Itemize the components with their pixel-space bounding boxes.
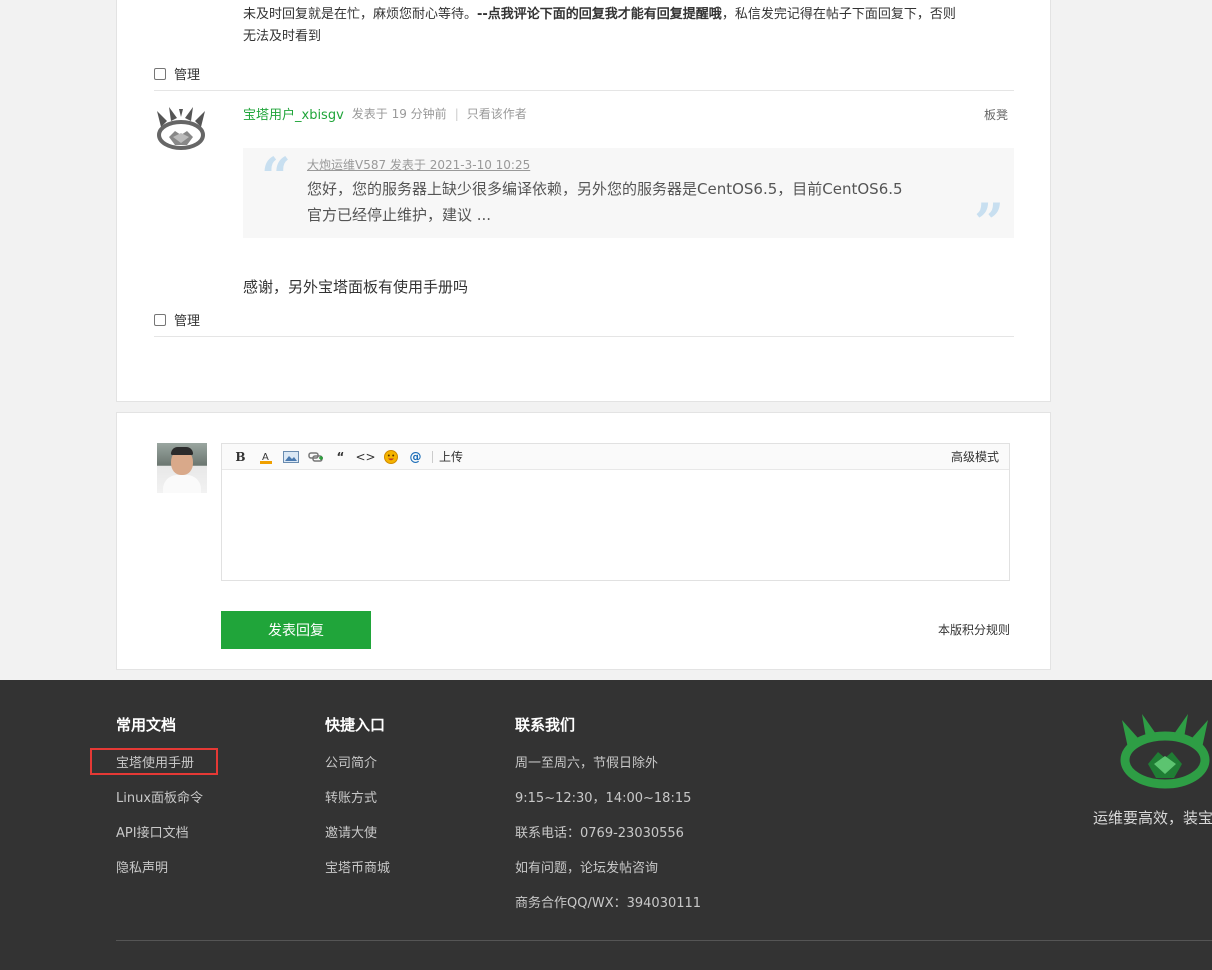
my-avatar <box>157 443 207 493</box>
checkbox[interactable] <box>154 313 166 326</box>
footer-col-title: 常用文档 <box>116 716 177 734</box>
footer-link-store[interactable]: 宝塔币商城 <box>325 859 390 894</box>
footer-col-quick: 快捷入口 公司简介 转账方式 邀请大使 宝塔币商城 <box>325 714 390 894</box>
footer-col-title: 快捷入口 <box>325 716 386 734</box>
font-color-button[interactable]: A <box>253 447 278 467</box>
submit-reply-button[interactable]: 发表回复 <box>221 611 371 649</box>
manage-label: 管理 <box>174 68 201 83</box>
footer-col-contact: 联系我们 周一至周六，节假日除外 9:15~12:30，14:00~18:15 … <box>515 714 701 929</box>
image-button[interactable] <box>278 447 303 467</box>
divider <box>154 336 1014 337</box>
footer-link-ambassador[interactable]: 邀请大使 <box>325 824 390 859</box>
post-content: 感谢，另外宝塔面板有使用手册吗 <box>243 278 469 296</box>
reply-editor: B A “ <> @ 上传 高级模式 <box>221 443 1010 581</box>
prev-text-line2: 无法及时看到 <box>243 29 322 44</box>
separator: | <box>454 106 459 121</box>
footer-contact-phone: 联系电话：0769-23030556 <box>515 826 684 841</box>
toolbar-separator <box>432 450 433 463</box>
quote-line-1: 您好，您的服务器上缺少很多编译依赖，另外您的服务器是CentOS6.5，目前Ce… <box>307 180 903 198</box>
footer-link-company[interactable]: 公司简介 <box>325 754 390 789</box>
quote-button[interactable]: “ <box>328 447 353 467</box>
bt-logo-icon <box>1120 714 1210 789</box>
quote-block: “ ” 大炮运维V587 发表于 2021-3-10 10:25 您好，您的服务… <box>243 147 1014 250</box>
quote-line-2: 官方已经停止维护，建议 ... <box>307 206 492 224</box>
divider <box>154 90 1014 91</box>
emoji-button[interactable] <box>378 447 403 467</box>
prev-text-normal: 未及时回复就是在忙，麻烦您耐心等待。 <box>243 7 478 22</box>
footer-col-title: 联系我们 <box>515 716 576 734</box>
link-icon <box>307 451 323 462</box>
code-button[interactable]: <> <box>353 447 378 467</box>
footer-link-privacy[interactable]: 隐私声明 <box>116 859 203 894</box>
quote-text: 您好，您的服务器上缺少很多编译依赖，另外您的服务器是CentOS6.5，目前Ce… <box>307 176 947 228</box>
font-color-icon: A <box>259 452 272 464</box>
footer-link-transfer[interactable]: 转账方式 <box>325 789 390 824</box>
post-panel: 未及时回复就是在忙，麻烦您耐心等待。--点我评论下面的回复我才能有回复提醒哦，私… <box>116 0 1051 402</box>
site-footer: 常用文档 宝塔使用手册 Linux面板命令 API接口文档 隐私声明 快捷入口 … <box>0 680 1212 970</box>
footer-divider <box>116 940 1212 941</box>
upload-button[interactable]: 上传 <box>439 448 463 465</box>
footer-slogan: 运维要高效，装宝 <box>1093 809 1212 827</box>
footer-col-docs: 常用文档 宝塔使用手册 Linux面板命令 API接口文档 隐私声明 <box>116 714 203 894</box>
emoji-icon <box>383 449 398 464</box>
open-quote-icon: “ <box>261 147 291 208</box>
manage-label: 管理 <box>174 314 201 329</box>
footer-link-linux-commands[interactable]: Linux面板命令 <box>116 789 203 824</box>
footer-contact-time: 9:15~12:30，14:00~18:15 <box>515 791 692 806</box>
prev-text-tail: ，私信发完记得在帖子下面回复下，否则 <box>721 7 956 22</box>
floor-number: 板凳 <box>983 108 1008 122</box>
footer-contact-hours: 周一至周六，节假日除外 <box>515 756 659 771</box>
reply-panel: B A “ <> @ 上传 高级模式 发表回复 本版积分规则 <box>116 412 1051 670</box>
post-meta: 宝塔用户_xbisgv 发表于 19 分钟前 | 只看该作者 <box>243 104 527 124</box>
advanced-mode-link[interactable]: 高级模式 <box>951 448 999 465</box>
footer-link-api-docs[interactable]: API接口文档 <box>116 824 203 859</box>
bold-button[interactable]: B <box>228 447 253 467</box>
highlight-box <box>90 748 218 775</box>
prev-text-bold: --点我评论下面的回复我才能有回复提醒哦 <box>477 7 722 22</box>
manage-checkbox-1[interactable]: 管理 <box>154 64 200 83</box>
mention-button[interactable]: @ <box>403 447 428 467</box>
link-button[interactable] <box>303 447 328 467</box>
checkbox[interactable] <box>154 67 166 80</box>
footer-contact-forum: 如有问题，论坛发帖咨询 <box>515 861 659 876</box>
previous-post-text: 未及时回复就是在忙，麻烦您耐心等待。--点我评论下面的回复我才能有回复提醒哦，私… <box>243 4 1023 48</box>
post-username-link[interactable]: 宝塔用户_xbisgv <box>243 104 344 123</box>
quote-source-link[interactable]: 大炮运维V587 发表于 2021-3-10 10:25 <box>307 156 530 173</box>
only-author-link[interactable]: 只看该作者 <box>467 105 527 122</box>
user-avatar-crown-icon[interactable] <box>155 107 207 151</box>
post-time: 发表于 19 分钟前 <box>351 107 447 121</box>
footer-contact-business: 商务合作QQ/WX：394030111 <box>515 896 702 911</box>
reply-textarea[interactable] <box>222 470 1009 580</box>
image-icon <box>282 450 299 463</box>
score-rules-link[interactable]: 本版积分规则 <box>938 621 1010 638</box>
manage-checkbox-2[interactable]: 管理 <box>154 310 200 329</box>
editor-toolbar: B A “ <> @ 上传 高级模式 <box>222 444 1009 470</box>
close-quote-icon: ” <box>974 193 1004 254</box>
